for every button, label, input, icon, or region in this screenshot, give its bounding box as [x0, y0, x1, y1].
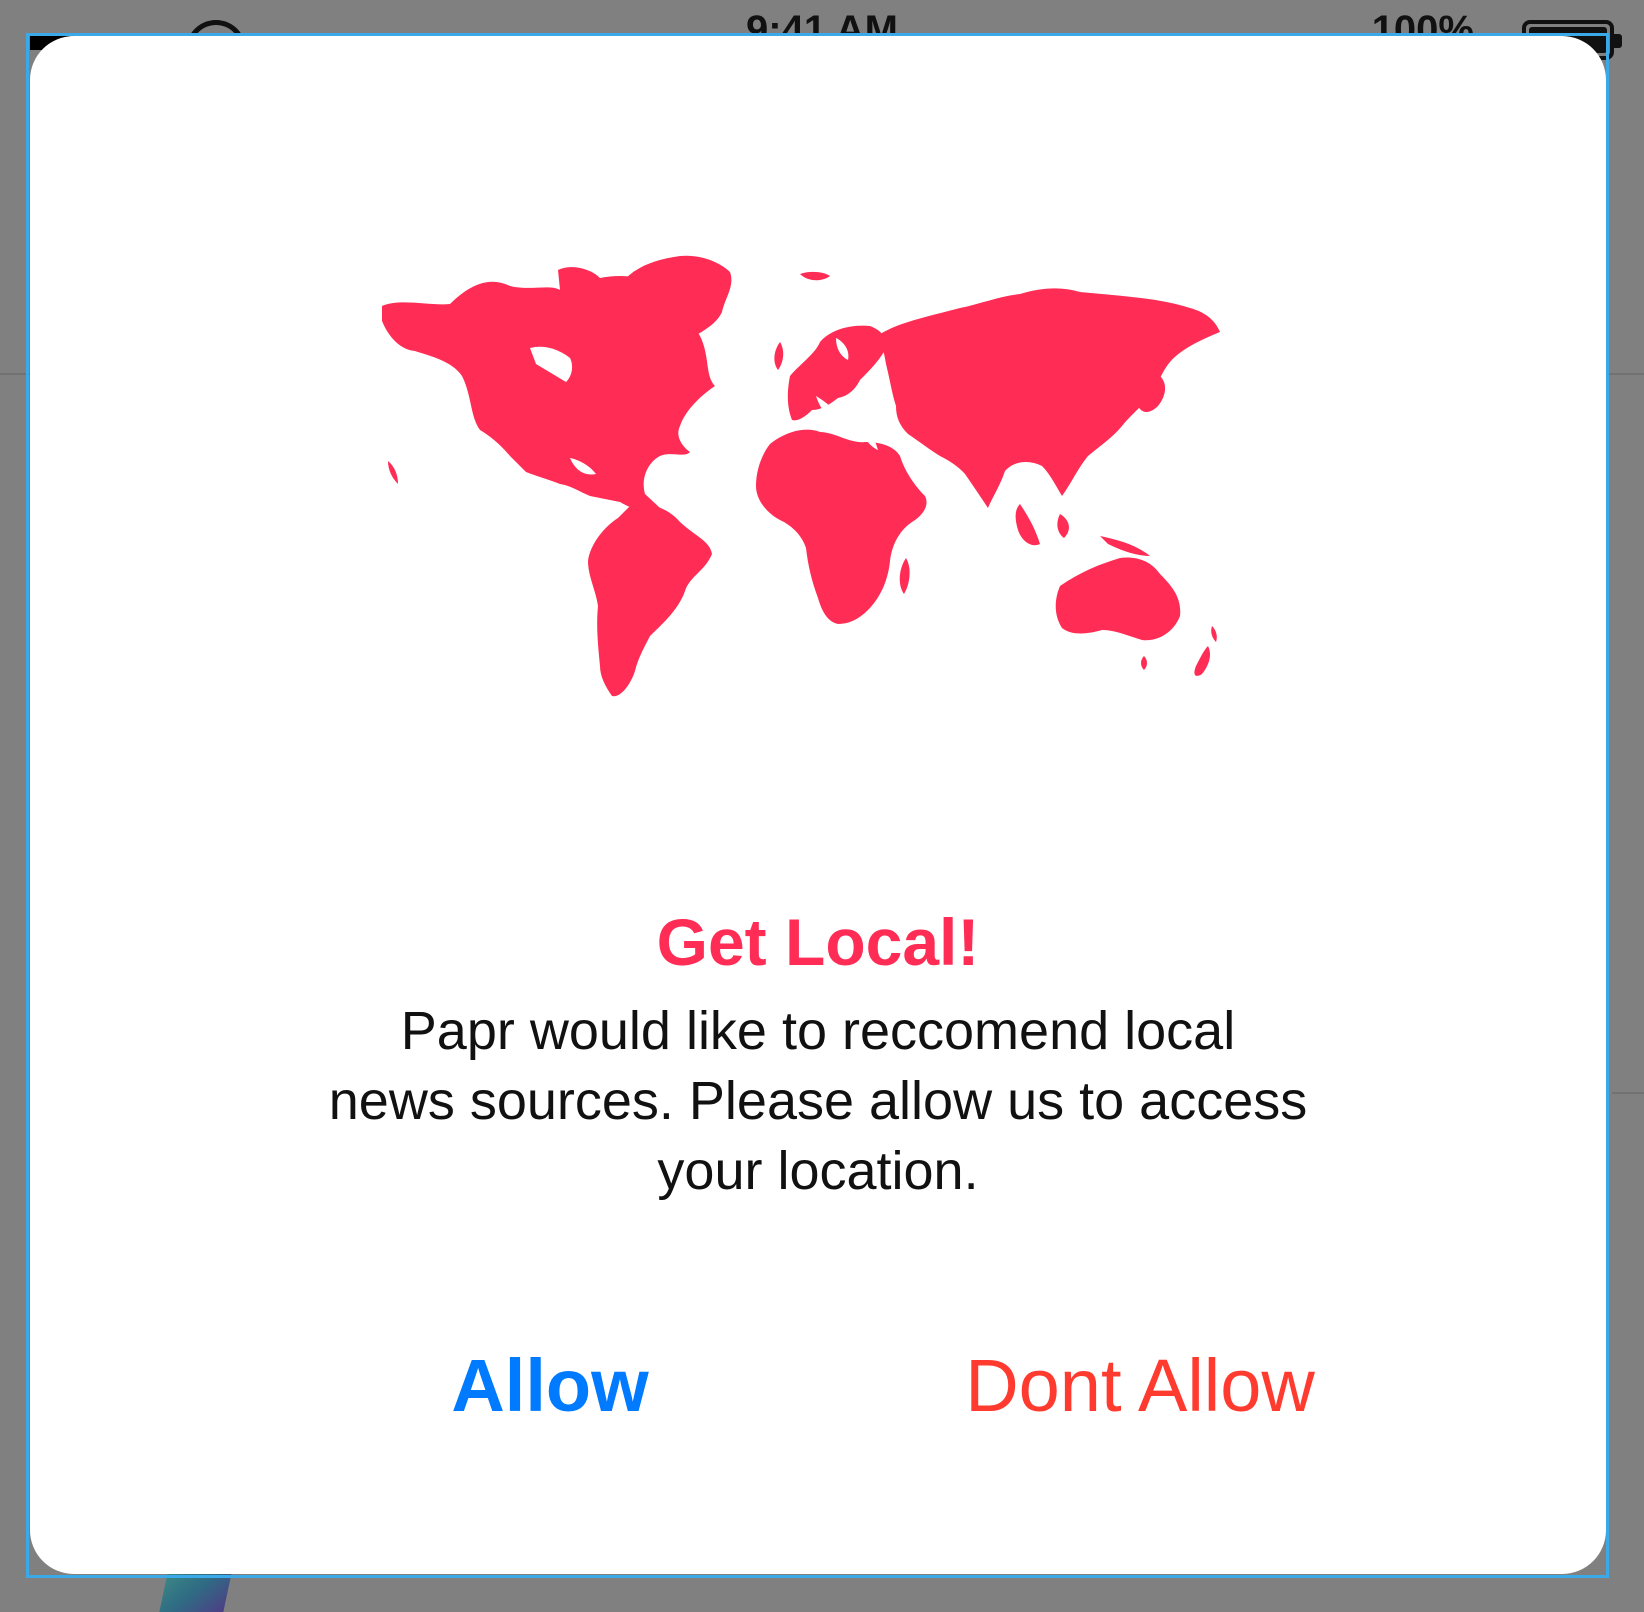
- background-thumbnail: [159, 1568, 233, 1612]
- dialog-message-line: news sources. Please allow us to access: [328, 1071, 1308, 1131]
- dialog-message-line: your location.: [657, 1141, 979, 1201]
- dialog-message-line: Papr would like to reccomend local: [400, 1001, 1236, 1061]
- world-map-icon: [360, 246, 1280, 726]
- allow-button[interactable]: Allow: [390, 1336, 710, 1436]
- background-divider: [1612, 1092, 1644, 1094]
- location-permission-dialog: Get Local! Papr would like to reccomend …: [30, 36, 1606, 1574]
- dialog-title: Get Local!: [656, 905, 980, 979]
- dont-allow-button[interactable]: Dont Allow: [930, 1336, 1350, 1436]
- dialog-message: Papr would like to reccomend local news …: [280, 996, 1356, 1206]
- status-bar: 9:41 AM 100%: [0, 0, 1644, 60]
